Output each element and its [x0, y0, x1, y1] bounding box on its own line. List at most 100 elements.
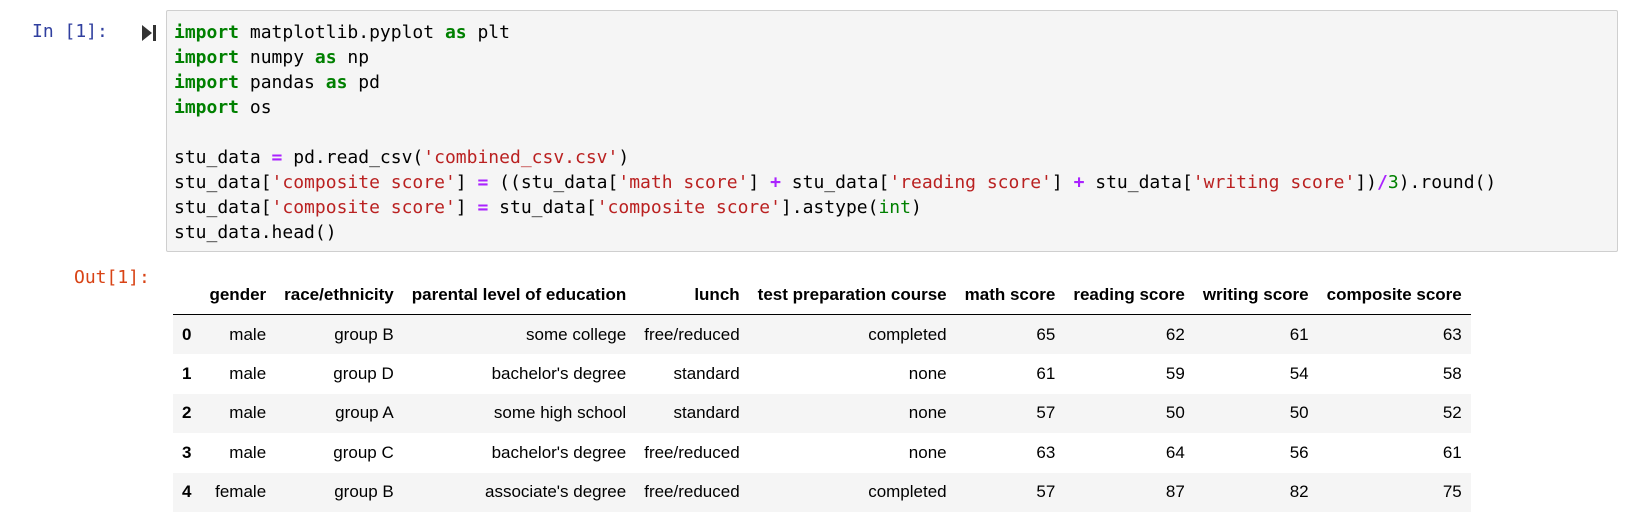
- column-header: gender: [200, 276, 276, 315]
- table-cell: group B: [334, 482, 394, 502]
- table-cell: associate's degree: [484, 482, 627, 502]
- code-token: stu_data[: [1084, 172, 1193, 193]
- code-token: stu_data.head(): [174, 222, 337, 243]
- code-token: numpy: [239, 47, 315, 68]
- code-token-str: 'reading score': [889, 172, 1052, 193]
- code-token-op: =: [477, 197, 489, 218]
- code-token: ].astype(: [780, 197, 879, 218]
- table-cell: 63: [1442, 324, 1462, 344]
- code-cell[interactable]: import matplotlib.pyplot as plt import nu…: [166, 10, 1618, 252]
- table-cell: 63: [1036, 442, 1056, 462]
- table-cell: 75: [1442, 482, 1462, 502]
- code-token-op: =: [271, 147, 283, 168]
- code-token-op: +: [1073, 172, 1085, 193]
- code-token: ).round(): [1398, 172, 1497, 193]
- table-cell: 87: [1165, 482, 1185, 502]
- table-cell: male: [229, 403, 267, 423]
- table-cell: 82: [1289, 482, 1309, 502]
- input-prompt: In [1]:: [32, 21, 108, 42]
- code-token-kw: import: [174, 97, 240, 118]
- code-token-kw: as: [314, 47, 337, 68]
- code-token-kw: import: [174, 47, 240, 68]
- table-cell: some college: [526, 324, 627, 344]
- code-line: stu_data['composite score'] = stu_data['…: [174, 195, 1496, 220]
- table-cell: 59: [1165, 363, 1185, 383]
- code-line: stu_data['composite score'] = ((stu_data…: [174, 170, 1496, 195]
- code-token: stu_data: [174, 147, 272, 168]
- code-line: import numpy as np: [174, 45, 1496, 70]
- code-line: import matplotlib.pyplot as plt: [174, 20, 1496, 45]
- table-cell: 50: [1165, 403, 1185, 423]
- table-body: 0 male group B some college free/reduced comp…: [173, 314, 1471, 512]
- code-token-op: /: [1377, 172, 1388, 193]
- table-cell: bachelor's degree: [491, 442, 627, 462]
- table-cell: none: [908, 442, 947, 462]
- code-token: ]: [455, 172, 478, 193]
- table-cell: none: [908, 403, 947, 423]
- code-editor[interactable]: import matplotlib.pyplot as plt import nu…: [174, 20, 1496, 245]
- code-token: pandas: [239, 72, 326, 93]
- code-token: plt: [466, 22, 510, 43]
- table-row: 3 male group C bachelor's degree free/reduce…: [173, 433, 1471, 473]
- code-token-kw: as: [444, 22, 467, 43]
- table-cell: 57: [1036, 403, 1056, 423]
- step-forward-icon[interactable]: [141, 24, 157, 42]
- code-token: ]: [455, 197, 478, 218]
- code-token-str: 'math score': [618, 172, 749, 193]
- table-row: 0 male group B some college free/reduced comp…: [173, 314, 1471, 354]
- code-token-str: 'composite score': [271, 197, 456, 218]
- table-cell: completed: [868, 482, 947, 502]
- table-cell: 54: [1289, 363, 1309, 383]
- code-token: pd.read_csv(: [282, 147, 424, 168]
- table-cell: group A: [335, 403, 394, 423]
- table-cell: some high school: [493, 403, 627, 423]
- code-token: ]: [748, 172, 771, 193]
- code-token-op: =: [477, 172, 489, 193]
- index-header: [173, 276, 201, 315]
- code-token-str: 'writing score': [1192, 172, 1356, 193]
- code-line: import os: [174, 95, 1496, 120]
- table-cell: 50: [1289, 403, 1309, 423]
- code-token: ]): [1355, 172, 1378, 193]
- code-token-kw: as: [325, 72, 348, 93]
- table-cell: 56: [1289, 442, 1309, 462]
- row-index: 0: [182, 324, 192, 344]
- table-cell: group B: [334, 324, 394, 344]
- row-index: 3: [182, 442, 192, 462]
- table-cell: 64: [1165, 442, 1185, 462]
- column-header: reading score: [1064, 276, 1194, 315]
- table-cell: group D: [333, 363, 394, 383]
- row-index: 2: [182, 403, 192, 423]
- table-cell: 62: [1165, 324, 1185, 344]
- table-cell: standard: [673, 403, 740, 423]
- code-token: np: [336, 47, 370, 68]
- table-cell: free/reduced: [644, 324, 740, 344]
- code-token: ((stu_data[: [488, 172, 619, 193]
- row-index: 1: [182, 363, 192, 383]
- column-header: test preparation course: [748, 276, 956, 315]
- code-token-kw: import: [174, 72, 240, 93]
- code-token: os: [239, 97, 272, 118]
- table-header-row: gender race/ethnicity parental level of ed…: [173, 276, 1471, 315]
- table-row: 2 male group A some high school standard none…: [173, 393, 1471, 433]
- code-token-num: 3: [1387, 172, 1399, 193]
- table-cell: group C: [333, 442, 394, 462]
- code-token: pd: [347, 72, 380, 93]
- code-token: ): [910, 197, 922, 218]
- output-prompt: Out[1]:: [74, 267, 150, 288]
- code-line: stu_data.head(): [174, 220, 1496, 245]
- table-cell: bachelor's degree: [491, 363, 627, 383]
- table-cell: 52: [1442, 403, 1462, 423]
- column-header: writing score: [1193, 276, 1318, 315]
- code-token: stu_data[: [488, 197, 597, 218]
- table-cell: 65: [1036, 324, 1056, 344]
- code-token: stu_data[: [780, 172, 890, 193]
- code-token-bi: int: [878, 197, 911, 218]
- row-index: 4: [182, 482, 192, 502]
- table-cell: male: [229, 324, 267, 344]
- code-token-op: +: [770, 172, 781, 193]
- table-cell: male: [229, 363, 267, 383]
- code-token: stu_data[: [174, 172, 272, 193]
- table-cell: 61: [1442, 442, 1462, 462]
